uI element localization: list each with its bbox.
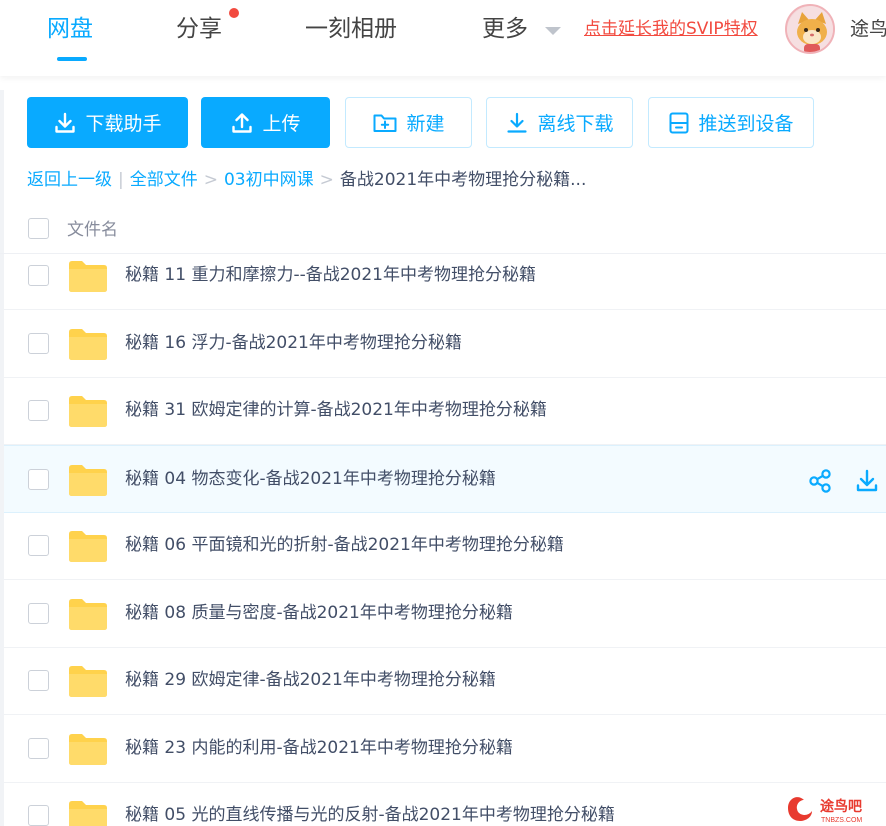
- row-checkbox[interactable]: [28, 602, 49, 624]
- file-row[interactable]: 秘籍 04 物态变化-备战2021年中考物理抢分秘籍: [4, 444, 886, 513]
- row-checkbox[interactable]: [28, 805, 49, 826]
- offline-download-button[interactable]: 离线下载: [486, 97, 633, 148]
- row-checkbox[interactable]: [28, 737, 49, 759]
- file-name[interactable]: 秘籍 06 平面镜和光的折射-备战2021年中考物理抢分秘籍: [125, 533, 564, 557]
- svg-text:途鸟吧: 途鸟吧: [820, 798, 862, 814]
- breadcrumb-arrow: >: [319, 170, 334, 190]
- notification-dot: [229, 8, 239, 18]
- breadcrumb-back[interactable]: 返回上一级: [27, 168, 112, 192]
- tab-netdisk[interactable]: 网盘: [47, 14, 93, 44]
- download-icon[interactable]: [854, 468, 880, 494]
- svg-text:TNBZS.COM: TNBZS.COM: [821, 817, 862, 824]
- row-checkbox[interactable]: [28, 332, 49, 354]
- file-row[interactable]: 秘籍 29 欧姆定律-备战2021年中考物理抢分秘籍: [4, 647, 886, 715]
- file-name[interactable]: 秘籍 05 光的直线传播与光的反射-备战2021年中考物理抢分秘籍: [125, 803, 615, 826]
- folder-icon: [69, 396, 107, 427]
- offline-download-label: 离线下载: [537, 113, 614, 135]
- breadcrumb-current: 备战2021年中考物理抢分秘籍...: [339, 170, 587, 190]
- svip-renew-link[interactable]: 点击延长我的SVIP特权: [584, 18, 758, 40]
- new-folder-icon: [373, 114, 397, 132]
- tab-album[interactable]: 一刻相册: [305, 14, 397, 44]
- row-checkbox[interactable]: [28, 468, 49, 490]
- download-helper-button[interactable]: 下载助手: [27, 97, 188, 148]
- file-name[interactable]: 秘籍 08 质量与密度-备战2021年中考物理抢分秘籍: [125, 601, 513, 625]
- folder-icon: [69, 733, 107, 765]
- top-nav: 网盘 分享 一刻相册 更多 点击延长我的SVIP特权 途鸟: [0, 0, 886, 76]
- push-to-device-button[interactable]: 推送到设备: [648, 97, 814, 148]
- folder-icon: [69, 464, 107, 496]
- folder-icon: [69, 531, 107, 562]
- folder-icon: [69, 328, 107, 360]
- download-icon: [55, 112, 76, 133]
- breadcrumb-arrow: >: [203, 170, 218, 190]
- file-row[interactable]: 秘籍 05 光的直线传播与光的反射-备战2021年中考物理抢分秘籍: [4, 782, 886, 826]
- file-name[interactable]: 秘籍 04 物态变化-备战2021年中考物理抢分秘籍: [125, 467, 496, 491]
- device-icon: [669, 112, 689, 133]
- row-checkbox[interactable]: [28, 670, 49, 691]
- breadcrumb: 返回上一级 | 全部文件 > 03初中网课 > 备战2021年中考物理抢分秘籍.…: [27, 168, 586, 192]
- new-label: 新建: [406, 113, 445, 135]
- push-to-device-label: 推送到设备: [698, 113, 794, 135]
- upload-label: 上传: [262, 113, 301, 135]
- folder-icon: [69, 598, 107, 630]
- cat-avatar-icon: [787, 6, 833, 52]
- breadcrumb-separator: |: [118, 170, 124, 190]
- chevron-down-icon[interactable]: [545, 27, 561, 35]
- tab-share[interactable]: 分享: [176, 14, 222, 44]
- upload-icon: [232, 112, 253, 133]
- file-name[interactable]: 秘籍 29 欧姆定律-备战2021年中考物理抢分秘籍: [125, 668, 496, 692]
- column-header-filename[interactable]: 文件名: [67, 218, 118, 242]
- select-all-checkbox[interactable]: [28, 218, 49, 239]
- watermark-logo: 途鸟吧 TNBZS.COM: [788, 797, 862, 824]
- file-name[interactable]: 秘籍 16 浮力-备战2021年中考物理抢分秘籍: [125, 331, 462, 355]
- avatar[interactable]: [785, 4, 835, 54]
- file-row[interactable]: 秘籍 08 质量与密度-备战2021年中考物理抢分秘籍: [4, 580, 886, 648]
- breadcrumb-folder[interactable]: 03初中网课: [224, 168, 314, 192]
- file-name[interactable]: 秘籍 23 内能的利用-备战2021年中考物理抢分秘籍: [125, 736, 513, 760]
- row-checkbox[interactable]: [28, 400, 49, 421]
- file-row[interactable]: 秘籍 16 浮力-备战2021年中考物理抢分秘籍: [4, 310, 886, 378]
- folder-icon: [69, 801, 107, 826]
- download-helper-label: 下载助手: [85, 113, 162, 135]
- row-checkbox[interactable]: [28, 265, 49, 286]
- breadcrumb-all-files[interactable]: 全部文件: [130, 168, 198, 192]
- active-tab-indicator: [57, 57, 87, 61]
- new-folder-button[interactable]: 新建: [345, 97, 472, 148]
- share-icon[interactable]: [807, 468, 833, 494]
- upload-button[interactable]: 上传: [201, 97, 330, 148]
- tab-more[interactable]: 更多: [482, 14, 528, 44]
- folder-icon: [69, 666, 107, 697]
- file-name[interactable]: 秘籍 11 重力和摩擦力--备战2021年中考物理抢分秘籍: [125, 263, 536, 287]
- file-row[interactable]: 秘籍 31 欧姆定律的计算-备战2021年中考物理抢分秘籍: [4, 377, 886, 445]
- file-row[interactable]: 秘籍 23 内能的利用-备战2021年中考物理抢分秘籍: [4, 715, 886, 783]
- file-row[interactable]: 秘籍 06 平面镜和光的折射-备战2021年中考物理抢分秘籍: [4, 512, 886, 580]
- username[interactable]: 途鸟: [850, 16, 886, 42]
- download-icon: [507, 112, 528, 133]
- file-name[interactable]: 秘籍 31 欧姆定律的计算-备战2021年中考物理抢分秘籍: [125, 398, 547, 422]
- file-row[interactable]: 秘籍 11 重力和摩擦力--备战2021年中考物理抢分秘籍: [4, 242, 886, 310]
- folder-icon: [69, 261, 107, 292]
- row-checkbox[interactable]: [28, 535, 49, 556]
